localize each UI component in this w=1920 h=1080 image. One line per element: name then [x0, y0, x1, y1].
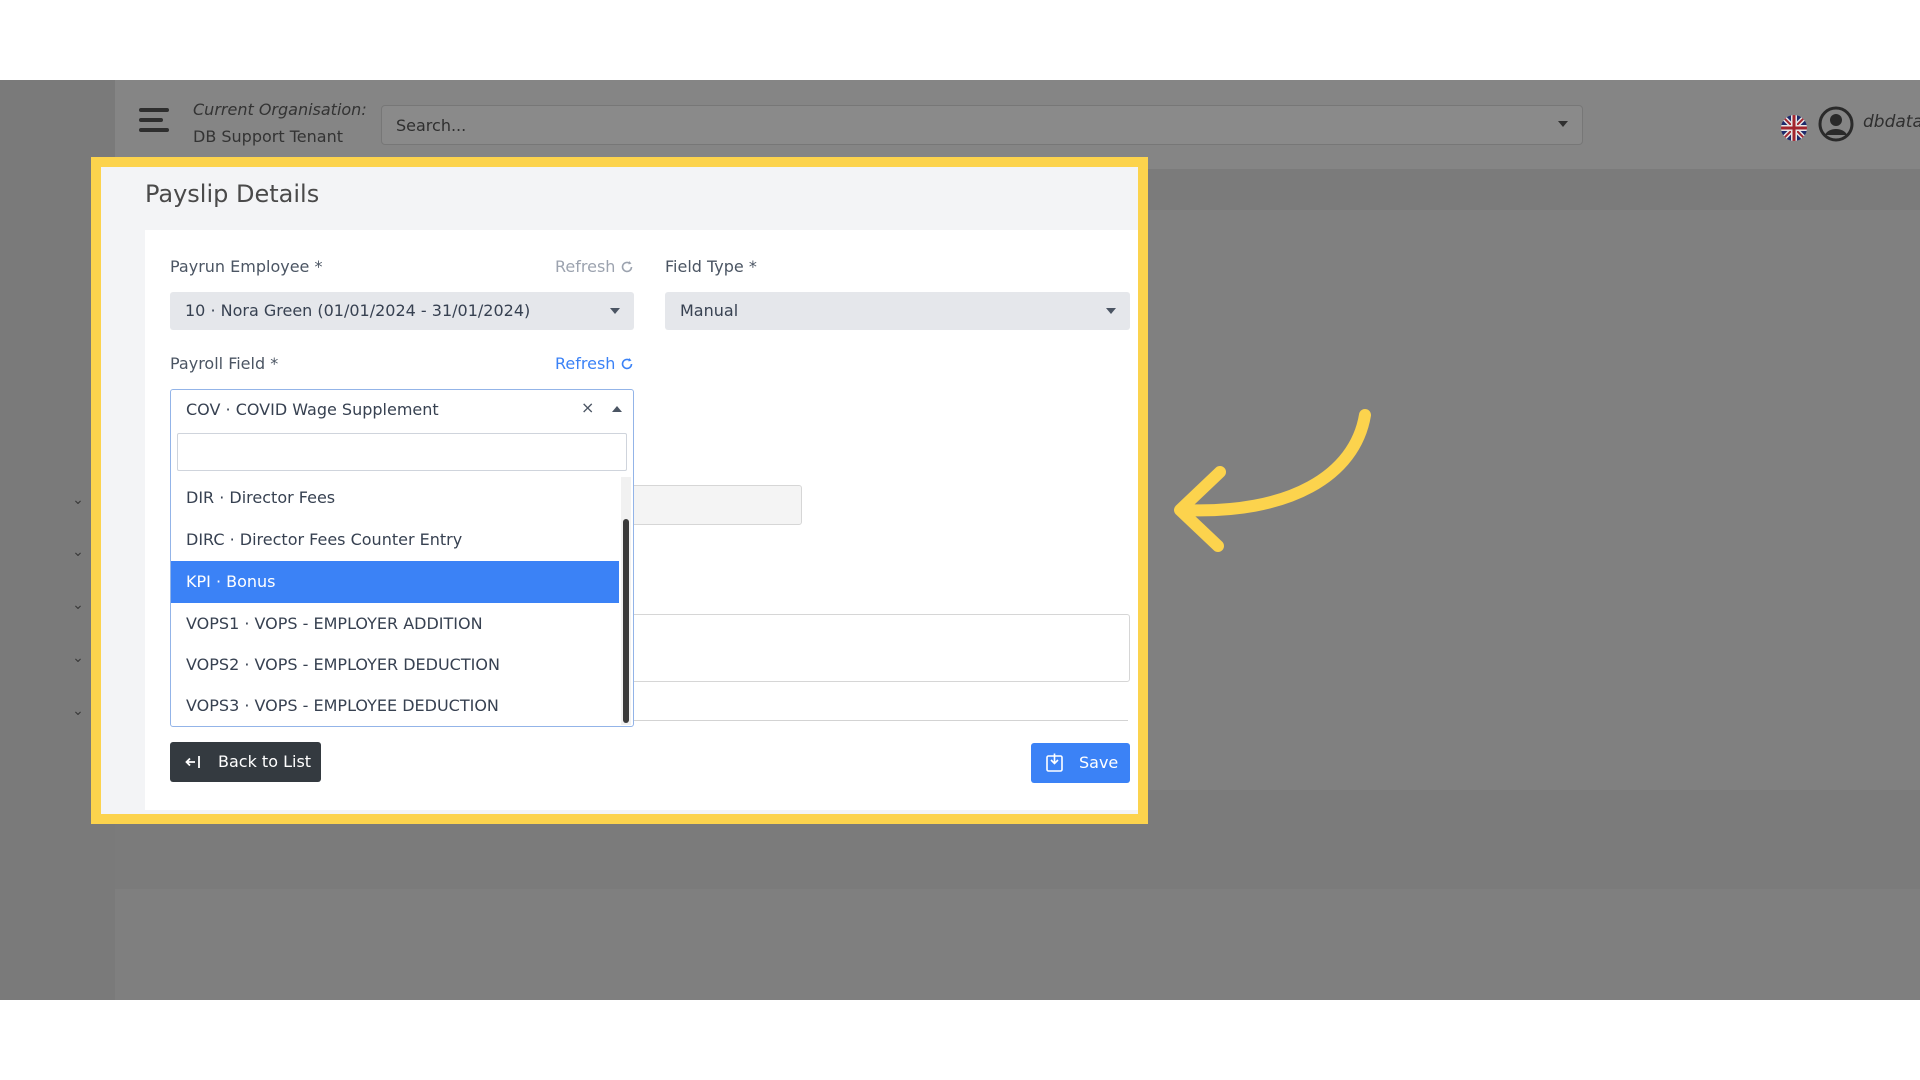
refresh-payroll-field-button[interactable]: Refresh [555, 354, 634, 373]
payrun-employee-select[interactable]: 10 · Nora Green (01/01/2024 - 31/01/2024… [170, 292, 634, 330]
chevron-down-icon [610, 308, 620, 314]
current-organisation-label: Current Organisation: [193, 100, 367, 119]
chevron-down-icon[interactable]: ⌄ [68, 648, 88, 668]
payrun-employee-label: Payrun Employee * [170, 257, 323, 276]
user-name[interactable]: dbdata [1863, 112, 1920, 132]
payroll-field-label: Payroll Field * [170, 354, 279, 373]
save-icon [1046, 753, 1063, 772]
notes-textarea[interactable] [630, 614, 1130, 682]
dropdown-search-input[interactable] [177, 433, 627, 471]
amount-input[interactable] [630, 485, 802, 525]
search-input[interactable] [382, 106, 1560, 144]
organisation-name: DB Support Tenant [193, 127, 343, 146]
refresh-payrun-employee-button[interactable]: Refresh [555, 257, 634, 276]
save-label: Save [1079, 753, 1119, 772]
hamburger-menu-icon[interactable] [139, 108, 169, 132]
payroll-field-selected-value: COV · COVID Wage Supplement [186, 400, 439, 419]
payrun-employee-value: 10 · Nora Green (01/01/2024 - 31/01/2024… [185, 301, 531, 320]
chevron-down-icon [1106, 308, 1116, 314]
chevron-down-icon[interactable]: ⌄ [68, 701, 88, 721]
refresh-icon [622, 261, 633, 273]
chevron-down-icon[interactable]: ⌄ [68, 490, 88, 510]
option-vops2[interactable]: VOPS2 · VOPS - EMPLOYER DEDUCTION [171, 644, 619, 686]
option-kpi[interactable]: KPI · Bonus [171, 561, 619, 603]
chevron-down-icon[interactable] [1558, 121, 1568, 127]
options-list: DIR · Director Fees DIRC · Director Fees… [171, 477, 619, 727]
chevron-down-icon[interactable]: ⌄ [68, 542, 88, 562]
divider [630, 720, 1128, 721]
field-type-select[interactable]: Manual [665, 292, 1130, 330]
page-title: Payslip Details [145, 180, 320, 208]
option-dir[interactable]: DIR · Director Fees [171, 477, 619, 519]
option-dirc[interactable]: DIRC · Director Fees Counter Entry [171, 519, 619, 561]
field-type-label: Field Type * [665, 257, 757, 276]
top-header: Current Organisation: DB Support Tenant [115, 80, 1920, 169]
save-button[interactable]: Save [1031, 743, 1130, 783]
option-vops3[interactable]: VOPS3 · VOPS - EMPLOYEE DEDUCTION [171, 685, 619, 727]
user-avatar-icon[interactable] [1818, 106, 1854, 142]
uk-flag-icon[interactable] [1781, 115, 1807, 141]
dropdown-scroll-thumb[interactable] [623, 519, 629, 723]
back-to-list-label: Back to List [218, 752, 312, 771]
field-type-value: Manual [680, 301, 739, 320]
clear-icon[interactable]: × [581, 398, 594, 417]
option-vops1[interactable]: VOPS1 · VOPS - EMPLOYER ADDITION [171, 603, 619, 645]
payroll-field-select[interactable]: COV · COVID Wage Supplement × DIR · Dire… [170, 389, 634, 727]
global-search[interactable] [381, 105, 1583, 145]
chevron-down-icon[interactable]: ⌄ [68, 595, 88, 615]
refresh-label: Refresh [555, 354, 616, 373]
refresh-label: Refresh [555, 257, 616, 276]
back-to-list-button[interactable]: Back to List [170, 742, 321, 782]
back-arrow-icon [185, 756, 200, 768]
refresh-icon [622, 358, 633, 370]
chevron-up-icon[interactable] [612, 406, 622, 412]
pointer-arrow-icon [1174, 409, 1371, 552]
